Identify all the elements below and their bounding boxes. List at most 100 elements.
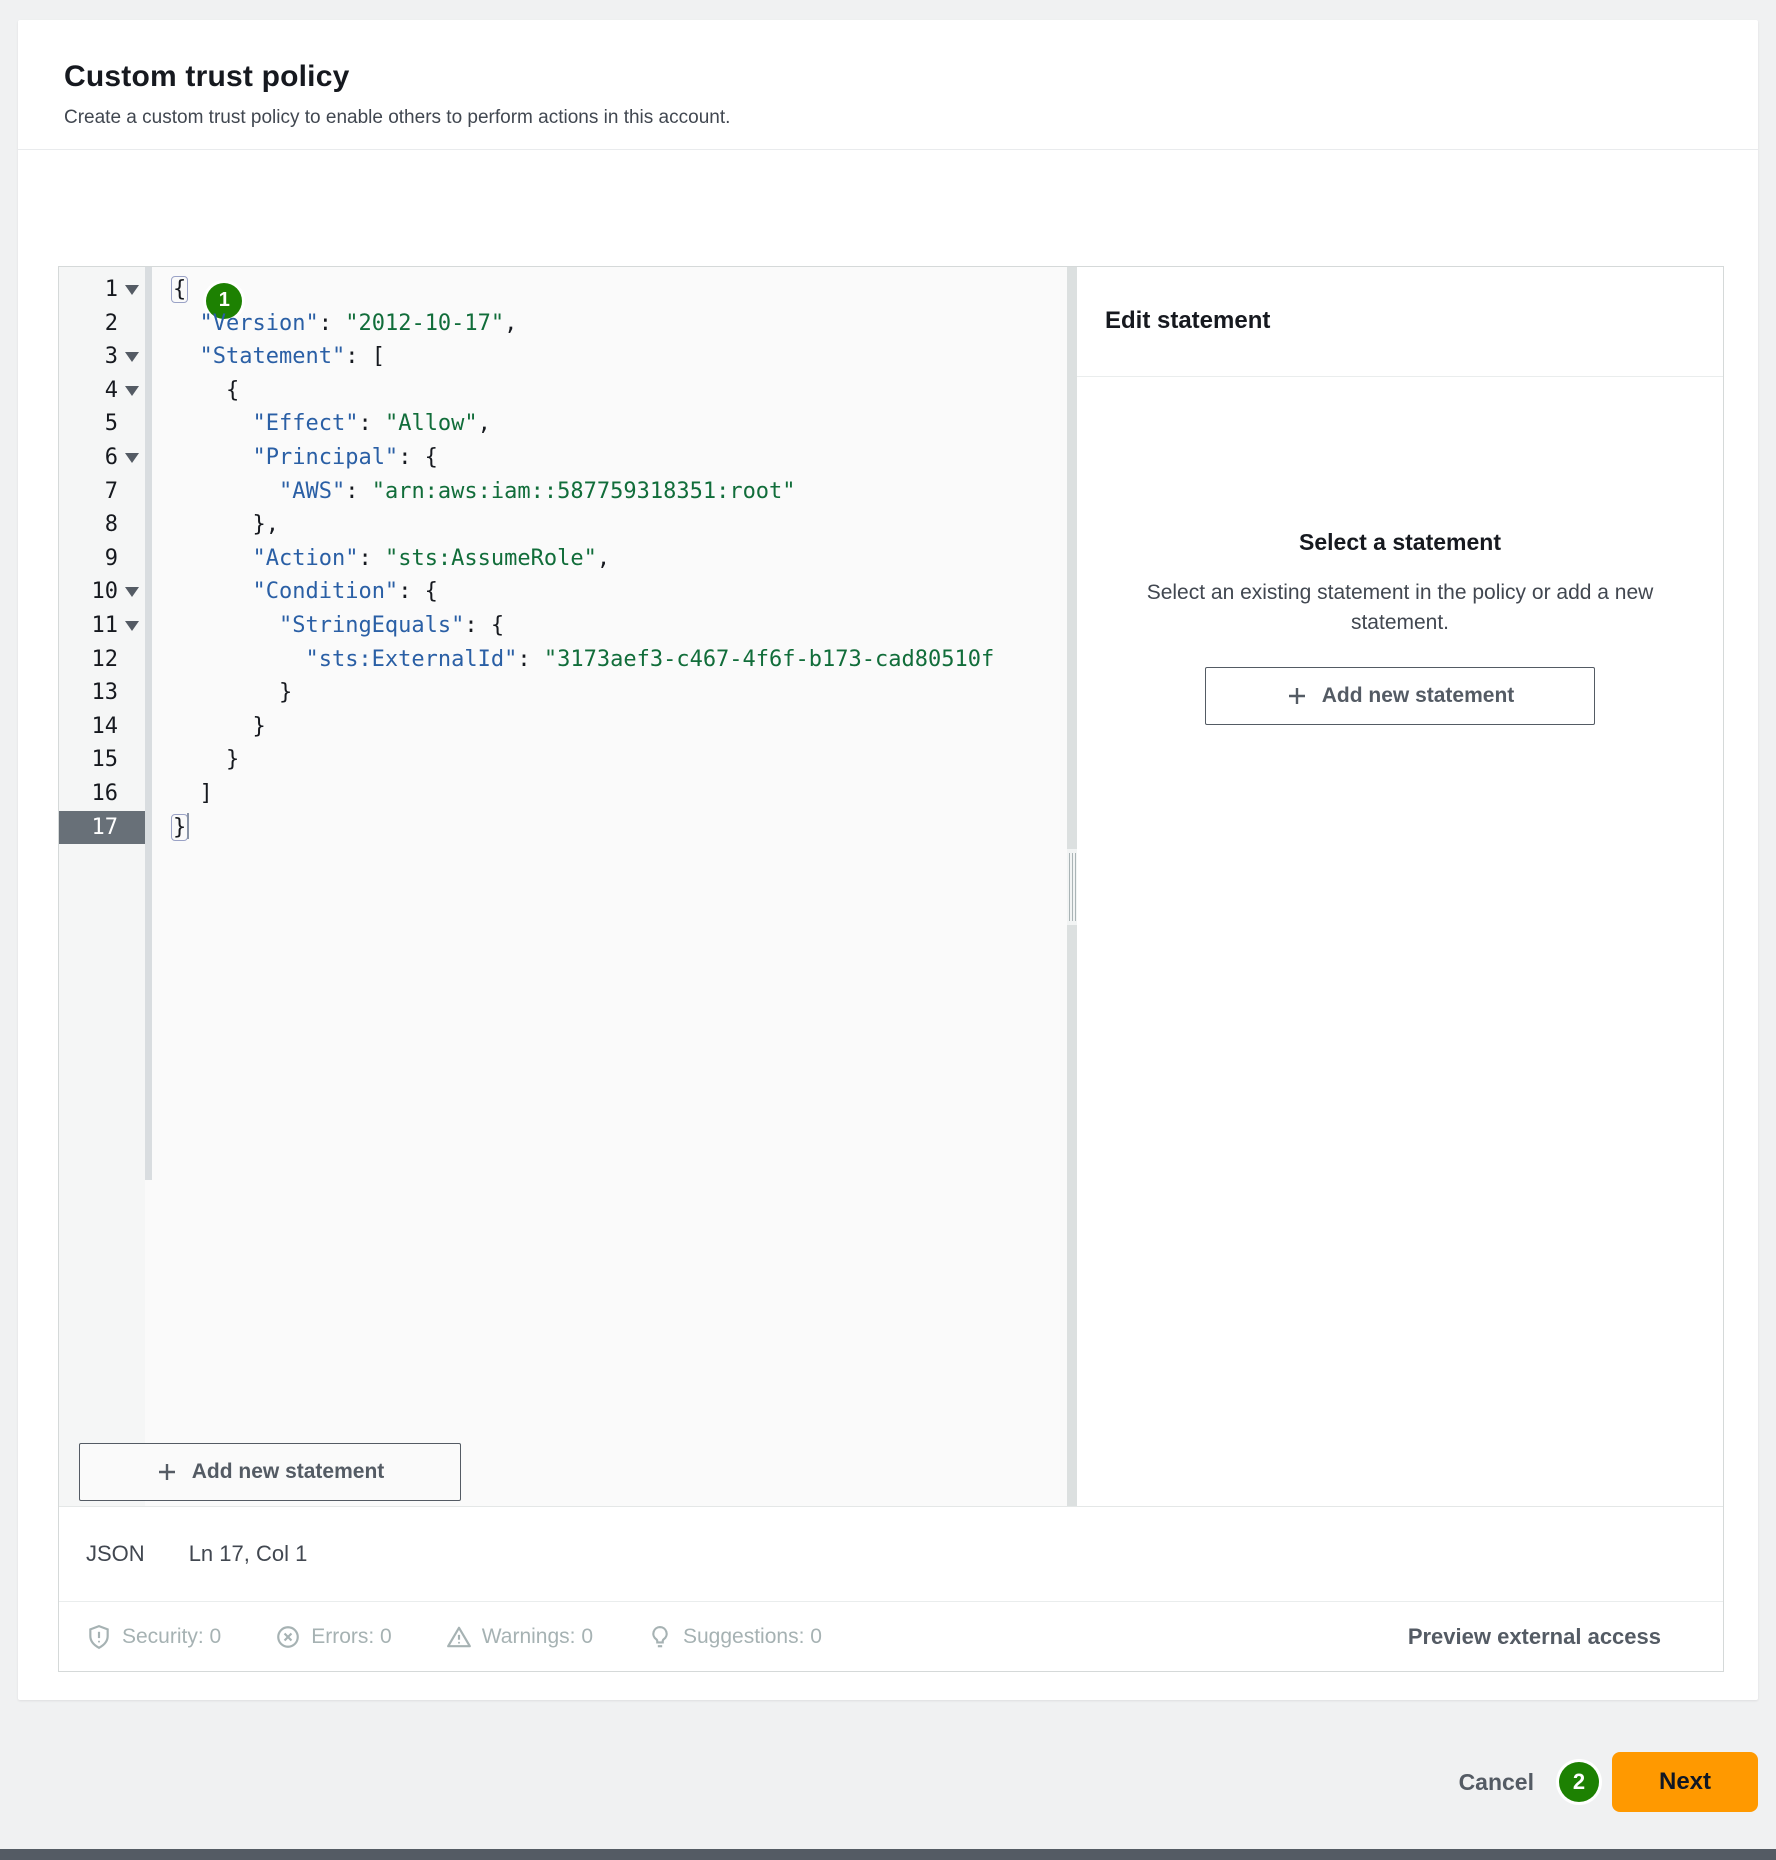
- code-line[interactable]: "Action": "sts:AssumeRole",: [173, 542, 1067, 576]
- line-number: 1: [105, 273, 118, 307]
- line-number: 8: [105, 508, 118, 542]
- gutter-row: 1: [59, 273, 145, 307]
- lightbulb-icon: [647, 1624, 673, 1650]
- line-number: 10: [92, 575, 119, 609]
- code-line[interactable]: }: [173, 743, 1067, 777]
- cursor-position-label: Ln 17, Col 1: [189, 1541, 308, 1567]
- gutter-row: 8: [59, 508, 145, 542]
- warnings-toggle[interactable]: Warnings: 0: [446, 1624, 593, 1650]
- fold-toggle[interactable]: [118, 285, 145, 295]
- line-number: 15: [92, 743, 119, 777]
- fold-arrow-icon: [125, 453, 139, 463]
- line-number: 14: [92, 710, 119, 744]
- code-line[interactable]: "StringEquals": {: [173, 609, 1067, 643]
- json-policy-editor[interactable]: 1234567891011121314151617 {1 "Version": …: [59, 267, 1067, 1506]
- edit-statement-panel: Edit statement Select a statement Select…: [1077, 267, 1723, 1506]
- line-number: 13: [92, 676, 119, 710]
- fold-toggle[interactable]: [118, 386, 145, 396]
- gutter-row: 17: [59, 811, 145, 845]
- error-circle-icon: [275, 1624, 301, 1650]
- gutter-row: 3: [59, 340, 145, 374]
- line-number: 2: [105, 307, 118, 341]
- preview-external-access-link[interactable]: Preview external access: [1408, 1624, 1661, 1650]
- code-line[interactable]: },: [173, 508, 1067, 542]
- gutter-row: 2: [59, 307, 145, 341]
- gutter-row: 12: [59, 643, 145, 677]
- text-cursor: [187, 813, 189, 839]
- select-statement-title: Select a statement: [1097, 529, 1703, 556]
- fold-toggle[interactable]: [118, 453, 145, 463]
- code-line[interactable]: ]: [173, 777, 1067, 811]
- errors-count-label: Errors: 0: [311, 1625, 392, 1649]
- fold-arrow-icon: [125, 352, 139, 362]
- code-line[interactable]: "Version": "2012-10-17",: [173, 307, 1067, 341]
- fold-arrow-icon: [125, 587, 139, 597]
- code-line[interactable]: {: [173, 374, 1067, 408]
- edit-statement-title: Edit statement: [1105, 307, 1695, 335]
- security-findings-toggle[interactable]: Security: 0: [86, 1624, 221, 1650]
- fold-toggle[interactable]: [118, 352, 145, 362]
- gutter-row: 6: [59, 441, 145, 475]
- editor-status-row: JSON Ln 17, Col 1: [59, 1506, 1723, 1601]
- select-statement-empty-state: Select a statement Select an existing st…: [1077, 529, 1723, 725]
- add-new-statement-button-panel[interactable]: Add new statement: [1205, 667, 1595, 725]
- code-line[interactable]: "Condition": {: [173, 575, 1067, 609]
- validation-bar: Security: 0 Errors: 0 Warnings: 0: [59, 1601, 1723, 1671]
- gutter-divider: [145, 267, 152, 1180]
- gutter-row: 16: [59, 777, 145, 811]
- code-line[interactable]: }: [173, 710, 1067, 744]
- warning-triangle-icon: [446, 1624, 472, 1650]
- plus-icon: [1286, 685, 1308, 707]
- gutter-row: 9: [59, 542, 145, 576]
- gutter-row: 15: [59, 743, 145, 777]
- code-line[interactable]: "AWS": "arn:aws:iam::587759318351:root": [173, 475, 1067, 509]
- code-line[interactable]: "Principal": {: [173, 441, 1067, 475]
- fold-toggle[interactable]: [118, 621, 145, 631]
- line-number: 16: [92, 777, 119, 811]
- line-number: 11: [92, 609, 119, 643]
- editor-language-label: JSON: [86, 1541, 145, 1567]
- line-number: 7: [105, 475, 118, 509]
- page-title: Custom trust policy: [64, 60, 1712, 94]
- custom-trust-policy-card: Custom trust policy Create a custom trus…: [18, 20, 1758, 1700]
- line-number: 9: [105, 542, 118, 576]
- plus-icon: [156, 1461, 178, 1483]
- code-line[interactable]: {1: [173, 273, 1067, 307]
- editor-split-area: 1234567891011121314151617 {1 "Version": …: [59, 267, 1723, 1506]
- line-number: 17: [92, 811, 119, 845]
- add-new-statement-label: Add new statement: [192, 1460, 385, 1484]
- panel-splitter[interactable]: [1067, 267, 1077, 1506]
- code-line[interactable]: }: [173, 811, 1067, 845]
- fold-toggle[interactable]: [118, 587, 145, 597]
- add-new-statement-label: Add new statement: [1322, 684, 1515, 708]
- fold-arrow-icon: [125, 285, 139, 295]
- code-line[interactable]: "Statement": [: [173, 340, 1067, 374]
- suggestions-toggle[interactable]: Suggestions: 0: [647, 1624, 822, 1650]
- line-number-gutter: 1234567891011121314151617: [59, 267, 145, 1506]
- line-number: 6: [105, 441, 118, 475]
- next-button[interactable]: Next: [1612, 1752, 1758, 1812]
- line-number: 5: [105, 407, 118, 441]
- select-statement-description: Select an existing statement in the poli…: [1105, 578, 1695, 639]
- line-number: 12: [92, 643, 119, 677]
- gutter-row: 7: [59, 475, 145, 509]
- shield-alert-icon: [86, 1624, 112, 1650]
- suggestions-count-label: Suggestions: 0: [683, 1625, 822, 1649]
- edit-statement-header: Edit statement: [1077, 267, 1723, 377]
- fold-arrow-icon: [125, 621, 139, 631]
- errors-toggle[interactable]: Errors: 0: [275, 1624, 392, 1650]
- cancel-button[interactable]: Cancel: [1459, 1769, 1534, 1796]
- code-line[interactable]: "Effect": "Allow",: [173, 407, 1067, 441]
- card-body: 1234567891011121314151617 {1 "Version": …: [18, 150, 1758, 1672]
- add-new-statement-button-editor[interactable]: Add new statement: [79, 1443, 461, 1501]
- gutter-row: 13: [59, 676, 145, 710]
- step-2-badge: 2: [1559, 1762, 1599, 1802]
- warnings-count-label: Warnings: 0: [482, 1625, 593, 1649]
- code-area[interactable]: {1 "Version": "2012-10-17", "Statement":…: [152, 267, 1067, 1506]
- gutter-row: 10: [59, 575, 145, 609]
- splitter-grip[interactable]: [1067, 849, 1077, 925]
- code-line[interactable]: }: [173, 676, 1067, 710]
- card-header: Custom trust policy Create a custom trus…: [18, 20, 1758, 150]
- gutter-row: 14: [59, 710, 145, 744]
- code-line[interactable]: "sts:ExternalId": "3173aef3-c467-4f6f-b1…: [173, 643, 1067, 677]
